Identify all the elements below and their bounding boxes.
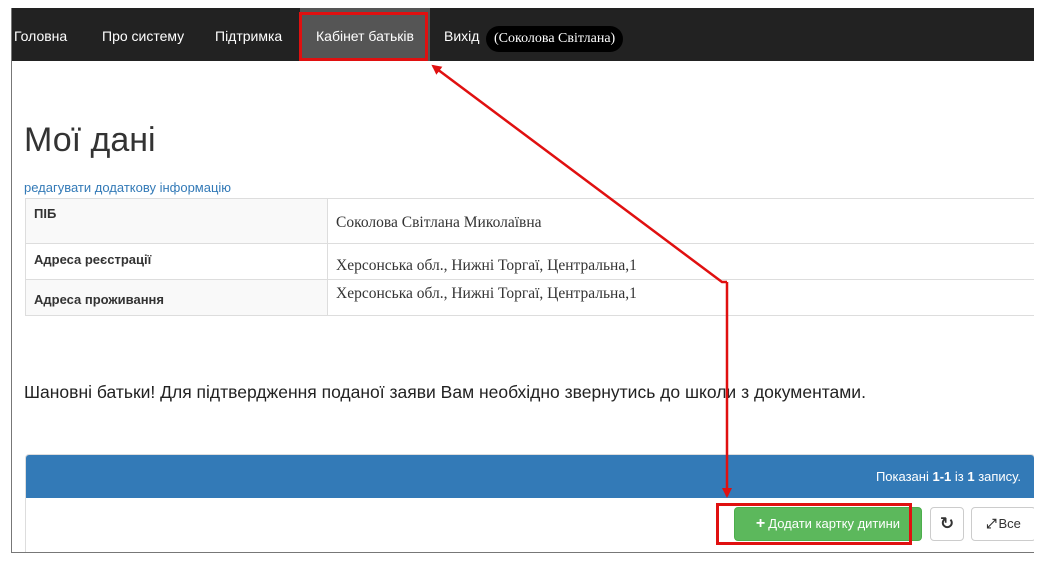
- nav-item-parents-cabinet[interactable]: Кабінет батьків: [300, 8, 430, 61]
- top-navbar: Головна Про систему Підтримка Кабінет ба…: [12, 8, 1034, 61]
- expand-icon: ⤢: [986, 516, 997, 531]
- nav-item-home[interactable]: Головна: [14, 8, 67, 61]
- summary-mid: із: [951, 469, 968, 484]
- summary-suffix: запису.: [974, 469, 1021, 484]
- row-value-cell: Соколова Світлана Миколаївна: [327, 198, 1034, 244]
- app-frame: Головна Про систему Підтримка Кабінет ба…: [11, 8, 1034, 553]
- grid-summary: Показані 1-1 із 1 запису.: [876, 469, 1021, 484]
- show-all-label: Все: [998, 516, 1021, 531]
- edit-additional-info-link[interactable]: редагувати додаткову інформацію: [24, 180, 231, 195]
- add-child-card-button[interactable]: + Додати картку дитини: [734, 507, 922, 541]
- plus-icon: +: [755, 515, 766, 532]
- nav-item-logout[interactable]: Вихід: [444, 8, 479, 61]
- show-all-button[interactable]: ⤢ Все: [971, 507, 1034, 541]
- current-user-name: (Соколова Світлана): [486, 26, 624, 52]
- row-label: Адреса проживання: [34, 292, 164, 307]
- summary-prefix: Показані: [875, 469, 933, 484]
- children-grid-panel: Показані 1-1 із 1 запису. + Додати картку…: [25, 454, 1034, 552]
- parents-notice: Шановні батьки! Для підтвердження подано…: [24, 382, 866, 402]
- row-value: Херсонська обл., Нижні Торгаї, Центральн…: [336, 284, 637, 302]
- nav-item-about[interactable]: Про систему: [102, 8, 184, 61]
- row-value-cell: Херсонська обл., Нижні Торгаї, Центральн…: [327, 279, 1034, 316]
- nav-item-support[interactable]: Підтримка: [215, 8, 282, 61]
- row-label: ПІБ: [34, 205, 57, 221]
- grid-header: Показані 1-1 із 1 запису.: [26, 455, 1034, 498]
- add-child-card-label: Додати картку дитини: [768, 516, 901, 531]
- row-label-cell: Адреса проживання: [25, 279, 328, 316]
- row-value-cell: Херсонська обл., Нижні Торгаї, Центральн…: [327, 243, 1034, 280]
- row-label-cell: Адреса реєстрації: [25, 243, 328, 280]
- summary-range: 1-1: [932, 469, 952, 484]
- row-value: Соколова Світлана Миколаївна: [336, 214, 542, 231]
- row-value: Херсонська обл., Нижні Торгаї, Центральн…: [336, 256, 637, 274]
- page-title: Мої дані: [24, 121, 156, 159]
- summary-total: 1: [967, 469, 975, 484]
- table-row: Адреса проживання Херсонська обл., Нижні…: [25, 279, 1034, 316]
- refresh-icon: ↻: [939, 514, 955, 533]
- row-label: Адреса реєстрації: [34, 252, 152, 267]
- refresh-button[interactable]: ↻: [930, 507, 964, 541]
- table-row: ПІБ Соколова Світлана Миколаївна: [25, 198, 1034, 244]
- row-label-cell: ПІБ: [25, 198, 328, 244]
- personal-info-table: ПІБ Соколова Світлана Миколаївна Адреса …: [25, 198, 1034, 316]
- table-row: Адреса реєстрації Херсонська обл., Нижні…: [25, 243, 1034, 280]
